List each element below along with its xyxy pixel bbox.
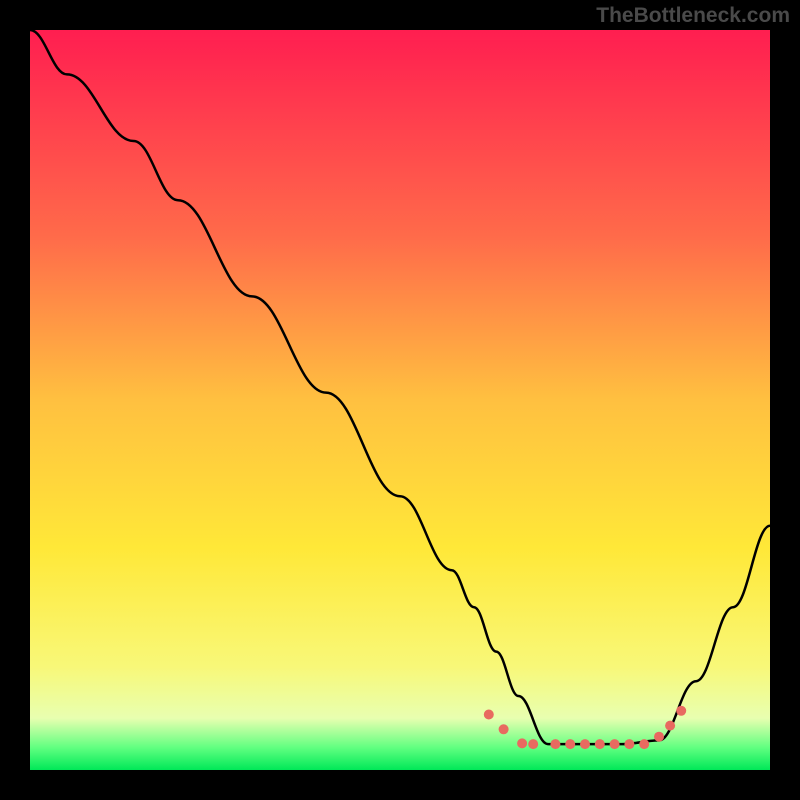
marker-point <box>610 739 620 749</box>
chart-svg <box>30 30 770 770</box>
marker-point <box>595 739 605 749</box>
marker-point <box>528 739 538 749</box>
marker-point <box>654 732 664 742</box>
marker-point <box>550 739 560 749</box>
marker-point <box>639 739 649 749</box>
watermark-text: TheBottleneck.com <box>596 4 790 28</box>
marker-point <box>517 738 527 748</box>
marker-point <box>676 706 686 716</box>
marker-point <box>565 739 575 749</box>
marker-point <box>624 739 634 749</box>
marker-point <box>580 739 590 749</box>
marker-point <box>484 710 494 720</box>
plot-area <box>30 30 770 770</box>
chart-container: TheBottleneck.com <box>0 0 800 800</box>
marker-point <box>665 721 675 731</box>
marker-point <box>499 724 509 734</box>
gradient-background <box>30 30 770 770</box>
